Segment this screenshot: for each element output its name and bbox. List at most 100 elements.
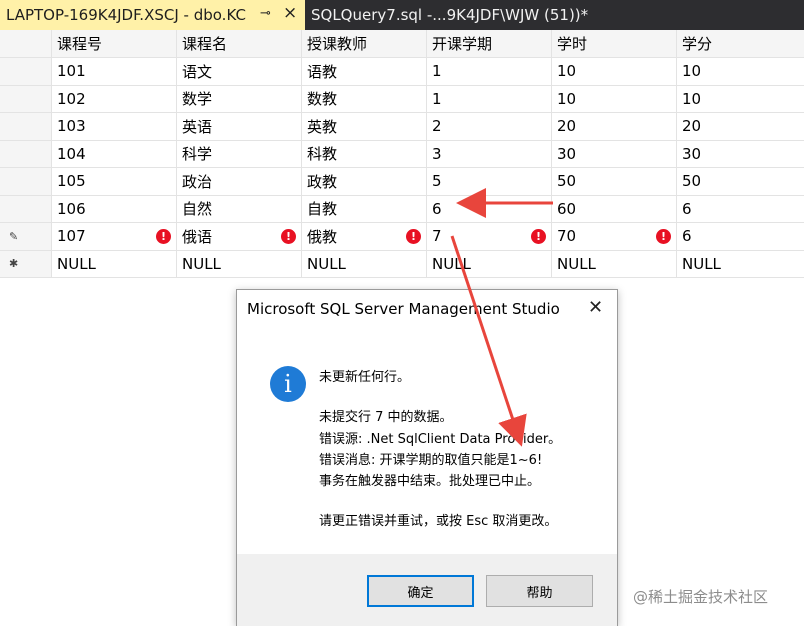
column-header[interactable]: 课程号 — [52, 30, 177, 57]
document-tab-strip: LAPTOP-169K4JDF.XSCJ - dbo.KC ⊸ × SQLQue… — [0, 0, 804, 30]
table-cell[interactable]: 俄教 ! — [302, 223, 427, 250]
dialog-message-line: 未提交行 7 中的数据。 — [319, 410, 453, 425]
table-cell[interactable]: 7 ! — [427, 223, 552, 250]
column-header[interactable]: 学时 — [552, 30, 677, 57]
table-cell[interactable]: 5 — [427, 168, 552, 195]
pin-icon[interactable]: ⊸ — [260, 6, 271, 21]
pencil-icon: ✎ — [9, 229, 19, 243]
table-cell[interactable]: 10 — [552, 85, 677, 112]
table-cell[interactable]: 30 — [677, 141, 804, 168]
table-cell[interactable]: 自教 — [302, 195, 427, 222]
table-cell[interactable]: 3 — [427, 140, 552, 167]
column-header[interactable]: 授课教师 — [302, 30, 427, 57]
column-header[interactable]: 开课学期 — [427, 30, 552, 57]
close-icon[interactable]: ✕ — [588, 297, 603, 318]
table-row: 103 英语 英教 2 20 20 — [0, 113, 804, 141]
close-icon[interactable]: × — [283, 3, 297, 23]
table-cell[interactable]: 科学 — [177, 140, 302, 167]
row-selector[interactable] — [0, 85, 52, 112]
table-cell[interactable]: 102 — [52, 85, 177, 112]
column-header[interactable]: 学分 — [677, 30, 804, 57]
table-cell[interactable]: 50 — [552, 168, 677, 195]
table-cell[interactable]: NULL — [52, 250, 177, 277]
ok-button[interactable]: 确定 — [367, 575, 474, 607]
table-cell[interactable]: 数学 — [177, 85, 302, 112]
cell-value: 俄语 — [182, 227, 213, 246]
table-cell[interactable]: NULL — [427, 250, 552, 277]
cell-value: 70 — [557, 227, 577, 246]
table-cell[interactable]: 语教 — [302, 58, 427, 85]
table-cell[interactable]: NULL — [177, 250, 302, 277]
table-row: 106 自然 自教 6 60 6 — [0, 195, 804, 223]
error-icon[interactable]: ! — [406, 229, 421, 244]
table-cell[interactable]: 106 — [52, 195, 177, 222]
table-cell[interactable]: 104 — [52, 140, 177, 167]
tab-sqlquery7[interactable]: SQLQuery7.sql -...9K4JDF\WJW (51))* — [305, 0, 804, 30]
tab-dbo-kc-label: LAPTOP-169K4JDF.XSCJ - dbo.KC — [6, 6, 246, 24]
table-cell[interactable]: 6 — [427, 195, 552, 222]
help-button[interactable]: 帮助 — [486, 575, 593, 607]
table-cell[interactable]: 105 — [52, 168, 177, 195]
new-row-icon: ✱ — [9, 257, 19, 271]
tab-sqlquery7-label: SQLQuery7.sql -...9K4JDF\WJW (51))* — [311, 6, 589, 24]
tab-dbo-kc[interactable]: LAPTOP-169K4JDF.XSCJ - dbo.KC ⊸ × — [0, 0, 305, 30]
table-cell[interactable]: 1 — [427, 85, 552, 112]
dialog-message-line: 请更正错误并重试，或按 Esc 取消更改。 — [319, 514, 558, 529]
table-cell[interactable]: 20 — [552, 113, 677, 140]
table-cell[interactable]: 数教 — [302, 85, 427, 112]
dialog-footer: 确定 帮助 — [237, 554, 617, 626]
row-selector[interactable] — [0, 140, 52, 167]
table-cell[interactable]: 1 — [427, 58, 552, 85]
table-cell[interactable]: 10 — [552, 58, 677, 85]
table-cell[interactable]: 103 — [52, 113, 177, 140]
row-selector[interactable] — [0, 195, 52, 222]
table-row: 101 语文 语教 1 10 10 — [0, 58, 804, 86]
error-icon[interactable]: ! — [656, 229, 671, 244]
table-cell[interactable]: NULL — [677, 251, 804, 278]
table-cell[interactable]: 2 — [427, 113, 552, 140]
table-cell[interactable]: 20 — [677, 113, 804, 140]
dialog-title: Microsoft SQL Server Management Studio — [247, 300, 560, 318]
grid-corner[interactable] — [0, 30, 52, 57]
row-selector[interactable] — [0, 58, 52, 85]
table-cell[interactable]: 10 — [677, 86, 804, 113]
table-data-grid: 课程号 课程名 授课教师 开课学期 学时 学分 101 语文 语教 1 10 1… — [0, 30, 804, 278]
table-cell[interactable]: 语文 — [177, 58, 302, 85]
table-cell[interactable]: 60 — [552, 195, 677, 222]
table-cell[interactable]: 10 — [677, 58, 804, 85]
table-cell[interactable]: 30 — [552, 140, 677, 167]
table-cell[interactable]: 107 ! — [52, 223, 177, 250]
error-icon[interactable]: ! — [281, 229, 296, 244]
column-header[interactable]: 课程名 — [177, 30, 302, 57]
table-cell[interactable]: 6 — [677, 223, 804, 250]
table-cell[interactable]: 科教 — [302, 140, 427, 167]
error-icon[interactable]: ! — [156, 229, 171, 244]
table-cell[interactable]: 70 ! — [552, 223, 677, 250]
table-row: 102 数学 数教 1 10 10 — [0, 85, 804, 113]
cell-value: 7 — [432, 227, 442, 246]
dialog-message-line: 错误消息: 开课学期的取值只能是1~6! — [319, 453, 543, 468]
row-selector-pencil[interactable]: ✎ — [0, 223, 52, 250]
row-selector[interactable] — [0, 168, 52, 195]
table-cell[interactable]: 俄语 ! — [177, 223, 302, 250]
table-cell[interactable]: 英教 — [302, 113, 427, 140]
table-cell[interactable]: 101 — [52, 58, 177, 85]
table-cell[interactable]: NULL — [302, 250, 427, 277]
table-row-editing: ✎ 107 ! 俄语 ! 俄教 ! 7 ! 70 ! 6 — [0, 223, 804, 251]
row-selector[interactable] — [0, 113, 52, 140]
grid-header-row: 课程号 课程名 授课教师 开课学期 学时 学分 — [0, 30, 804, 58]
table-cell[interactable]: NULL — [552, 250, 677, 277]
table-row: 104 科学 科教 3 30 30 — [0, 140, 804, 168]
table-cell[interactable]: 英语 — [177, 113, 302, 140]
row-selector-new[interactable]: ✱ — [0, 250, 52, 277]
table-cell[interactable]: 自然 — [177, 195, 302, 222]
table-cell[interactable]: 50 — [677, 168, 804, 195]
table-cell[interactable]: 6 — [677, 196, 804, 223]
info-icon: i — [270, 366, 306, 402]
cell-value: 107 — [57, 227, 86, 246]
table-cell[interactable]: 政教 — [302, 168, 427, 195]
table-cell[interactable]: 政治 — [177, 168, 302, 195]
error-dialog: Microsoft SQL Server Management Studio ✕… — [236, 289, 618, 626]
error-icon[interactable]: ! — [531, 229, 546, 244]
dialog-message-line: 事务在触发器中结束。批处理已中止。 — [319, 474, 541, 489]
